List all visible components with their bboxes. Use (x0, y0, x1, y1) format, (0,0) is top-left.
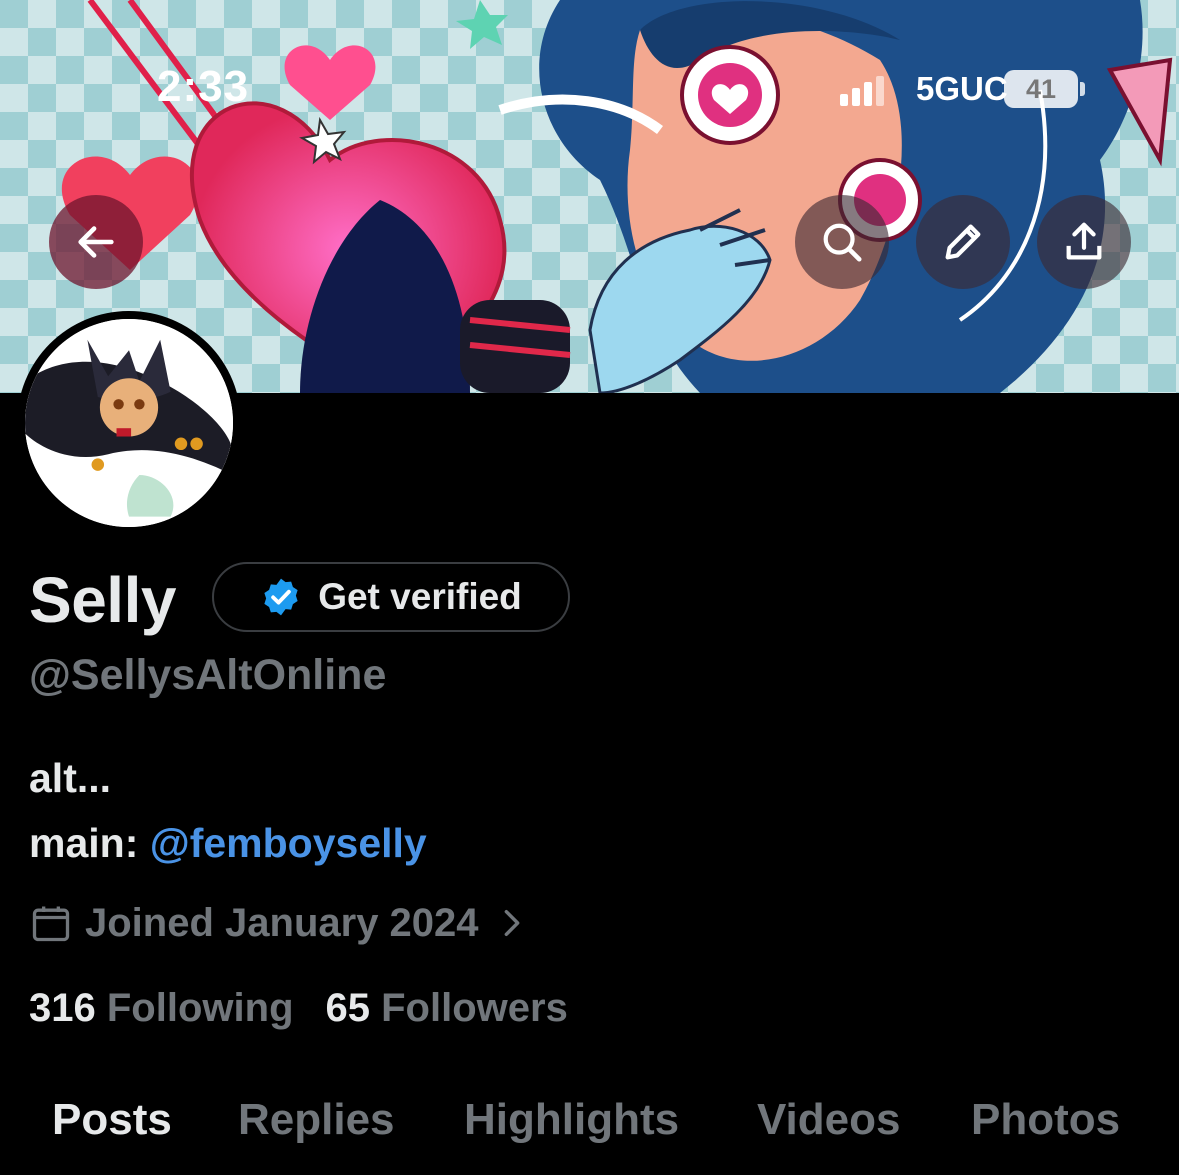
arrow-left-icon (78, 226, 114, 258)
profile-screen: 2:33 5GUC 41 Selly Get verified @SellysA… (0, 0, 1179, 1175)
joined-date-row[interactable]: Joined January 2024 (29, 898, 527, 948)
bio-mention-link[interactable]: @femboyselly (150, 820, 427, 866)
following-label: Following (106, 986, 294, 1030)
get-verified-label: Get verified (318, 576, 522, 617)
bio-line-1: alt... (29, 755, 112, 801)
profile-tabs: Posts Replies Highlights Videos Photos (0, 1095, 1179, 1155)
follow-stats: 316 Following 65 Followers (29, 986, 568, 1031)
verified-badge-icon (264, 578, 298, 616)
battery-tip (1080, 82, 1085, 96)
joined-date: Joined January 2024 (85, 900, 479, 945)
following-stat[interactable]: 316 Following (29, 986, 294, 1031)
bio-line-2: main: @femboyselly (29, 820, 427, 867)
tab-photos[interactable]: Photos (971, 1095, 1120, 1145)
tab-replies[interactable]: Replies (238, 1095, 395, 1145)
edit-button[interactable] (916, 195, 1010, 289)
tab-highlights[interactable]: Highlights (464, 1095, 679, 1145)
search-button[interactable] (795, 195, 889, 289)
pencil-icon (945, 224, 981, 260)
tab-videos[interactable]: Videos (757, 1095, 900, 1145)
status-time: 2:33 (157, 62, 250, 111)
chevron-right-icon (491, 906, 527, 940)
get-verified-button[interactable]: Get verified (212, 562, 570, 632)
followers-count: 65 (325, 986, 371, 1030)
battery-level: 41 (1025, 73, 1057, 104)
calendar-icon (29, 901, 73, 945)
display-name: Selly (29, 564, 176, 636)
search-icon (823, 223, 862, 262)
following-count: 316 (29, 986, 96, 1030)
avatar-image (25, 319, 233, 527)
followers-stat[interactable]: 65 Followers (326, 986, 568, 1031)
followers-label: Followers (381, 986, 568, 1030)
battery-icon: 41 (1004, 70, 1078, 108)
network-label: 5GUC (916, 70, 1008, 107)
share-button[interactable] (1037, 195, 1131, 289)
user-handle: @SellysAltOnline (29, 651, 387, 699)
avatar[interactable] (17, 311, 241, 535)
share-upload-icon (1066, 222, 1102, 260)
bio-main-prefix: main: (29, 820, 150, 866)
tab-posts[interactable]: Posts (52, 1095, 172, 1145)
signal-icon (840, 76, 884, 106)
back-button[interactable] (49, 195, 143, 289)
